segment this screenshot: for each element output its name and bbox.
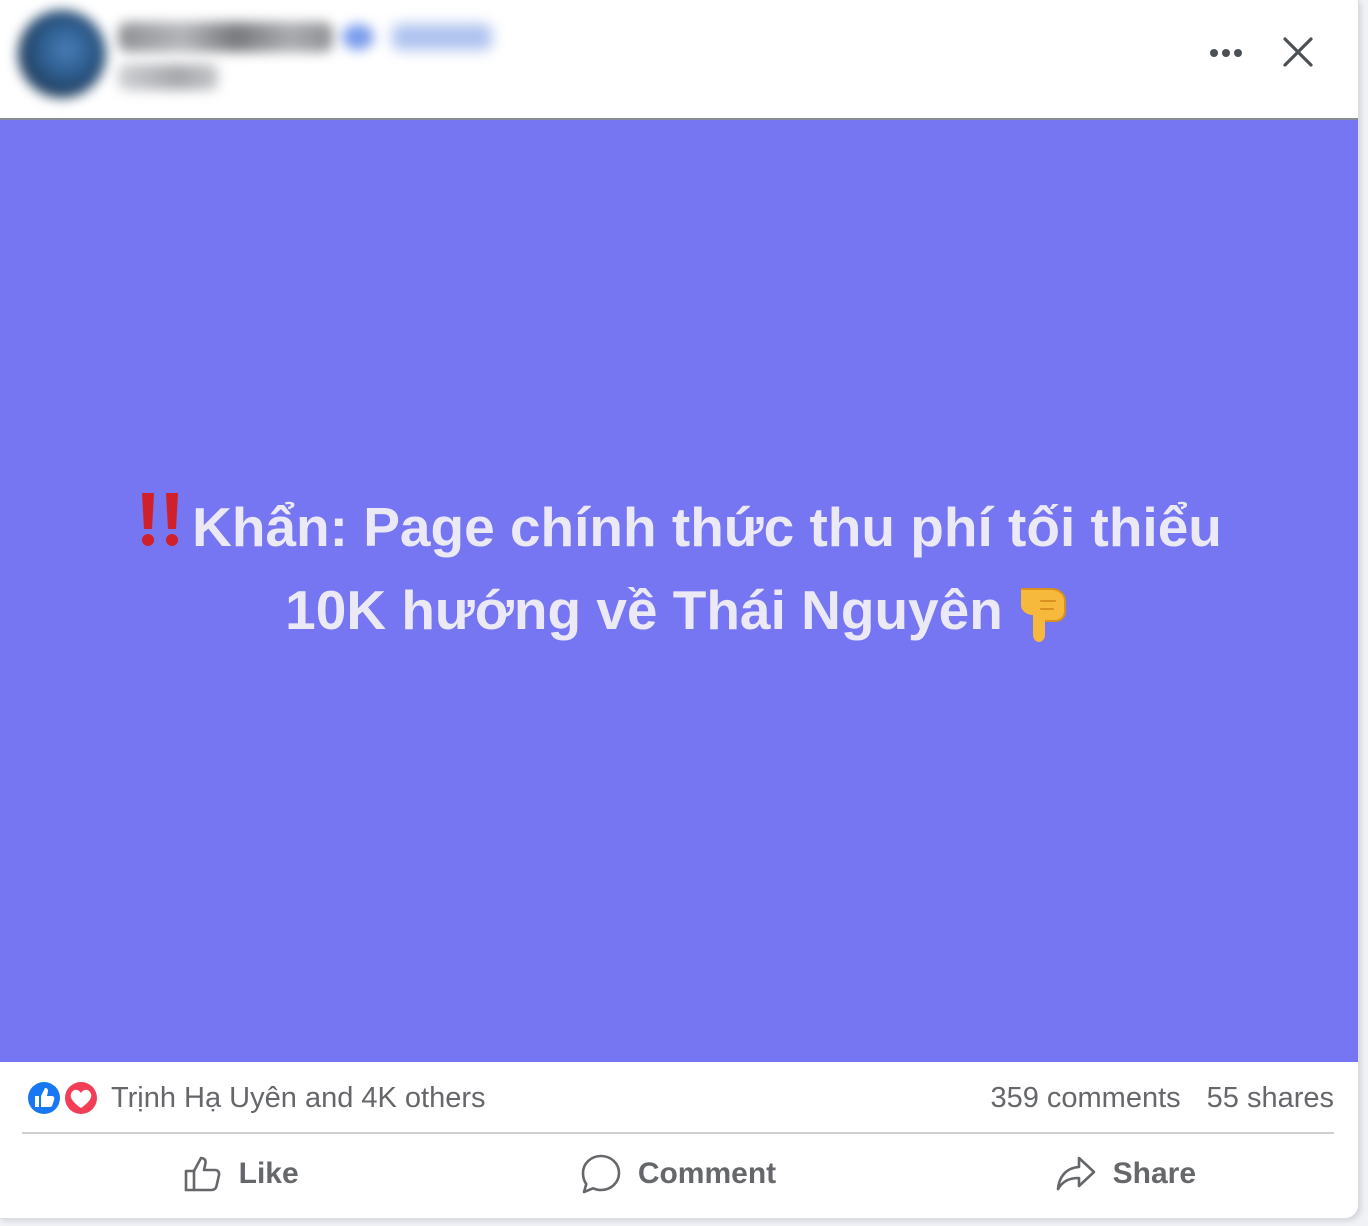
engagement-counts: 359 comments 55 shares xyxy=(990,1078,1334,1118)
double-exclamation-icon xyxy=(136,489,186,570)
share-arrow-icon xyxy=(1055,1154,1097,1194)
reactors-summary[interactable]: Trịnh Hạ Uyên and 4K others xyxy=(111,1078,486,1118)
more-horizontal-icon xyxy=(1210,49,1242,57)
post-content: Khẩn: Page chính thức thu phí tối thiểu … xyxy=(0,120,1358,1062)
like-button[interactable]: Like xyxy=(22,1134,449,1214)
verified-badge-blurred xyxy=(342,24,374,50)
pointing-down-hand-icon xyxy=(1013,581,1073,665)
post-text-line-2: 10K hướng về Thái Nguyên xyxy=(89,570,1269,665)
comment-bubble-icon xyxy=(580,1153,622,1195)
more-options-button[interactable] xyxy=(1204,36,1248,70)
post-meta-blurred[interactable] xyxy=(118,64,218,90)
share-button[interactable]: Share xyxy=(887,1134,1334,1214)
post-header xyxy=(0,0,1358,120)
post-text-line-2-text: 10K hướng về Thái Nguyên xyxy=(285,579,1003,641)
like-label: Like xyxy=(238,1157,299,1190)
post-text-line-1: Khẩn: Page chính thức thu phí tối thiểu xyxy=(89,487,1269,570)
close-button[interactable] xyxy=(1276,30,1320,74)
author-avatar[interactable] xyxy=(18,10,106,98)
shares-count[interactable]: 55 shares xyxy=(1207,1078,1334,1118)
follow-link-blurred[interactable] xyxy=(392,24,492,50)
post-text-line-1-text: Khẩn: Page chính thức thu phí tối thiểu xyxy=(192,496,1222,558)
thumbs-up-icon xyxy=(183,1154,223,1194)
post-text: Khẩn: Page chính thức thu phí tối thiểu … xyxy=(89,487,1269,665)
reaction-icons[interactable] xyxy=(24,1078,104,1118)
comments-count[interactable]: 359 comments xyxy=(990,1078,1180,1118)
share-label: Share xyxy=(1112,1157,1197,1190)
comment-label: Comment xyxy=(637,1157,777,1190)
post-actions: Like Comment Share xyxy=(22,1134,1334,1214)
comment-button[interactable]: Comment xyxy=(449,1134,886,1214)
reactions-summary-row: Trịnh Hạ Uyên and 4K others 359 comments… xyxy=(22,1062,1334,1134)
like-reaction-icon xyxy=(26,1080,62,1116)
author-name-blurred[interactable] xyxy=(118,22,333,52)
post-card: Khẩn: Page chính thức thu phí tối thiểu … xyxy=(0,0,1359,1219)
close-icon xyxy=(1283,37,1313,67)
love-reaction-icon xyxy=(63,1080,99,1116)
